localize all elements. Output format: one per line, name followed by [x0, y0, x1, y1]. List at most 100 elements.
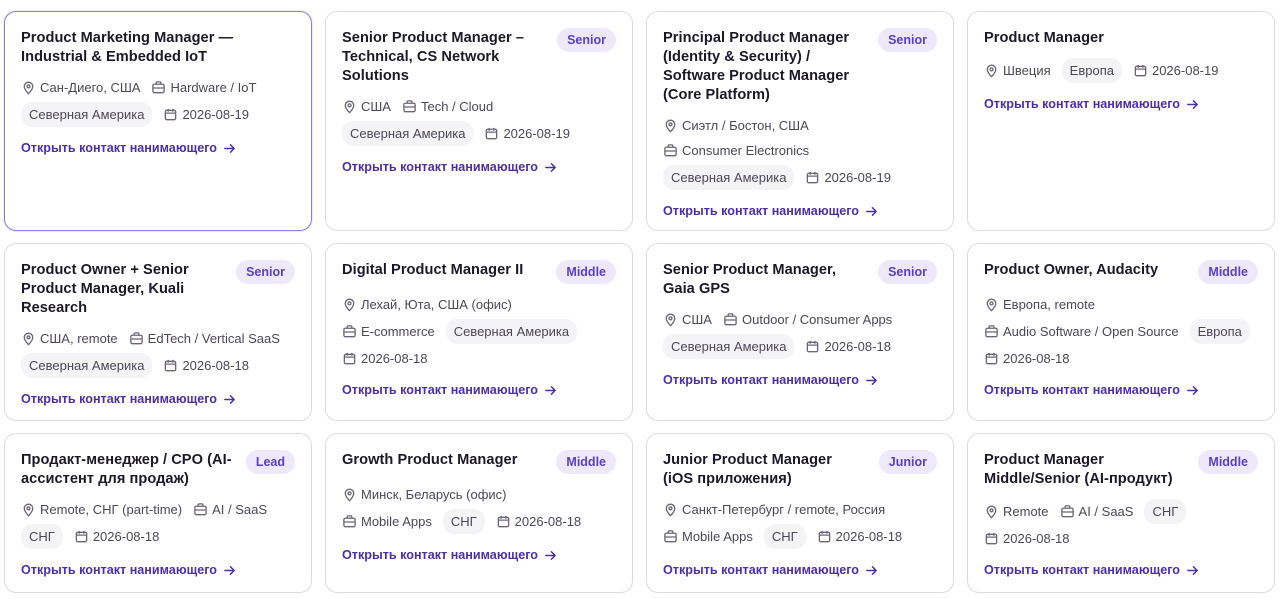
industry: Audio Software / Open Source	[984, 321, 1179, 342]
level-badge: Lead	[245, 450, 295, 474]
job-card[interactable]: Product Owner, Audacity Middle Европа, r…	[967, 243, 1275, 421]
job-card[interactable]: Product Manager Швеция Европа 2026-08-19…	[967, 11, 1275, 231]
date: 2026-08-19	[484, 123, 570, 144]
job-card[interactable]: Digital Product Manager II Middle Лехай,…	[325, 243, 633, 421]
location-text: Сан-Диего, США	[40, 80, 141, 95]
open-contact-label: Открыть контакт нанимающего	[663, 204, 859, 218]
job-title: Junior Product Manager (iOS приложения)	[663, 452, 832, 487]
arrow-right-icon	[866, 206, 877, 216]
location-text: Remote, СНГ (part-time)	[40, 502, 183, 517]
open-contact-label: Открыть контакт нанимающего	[342, 548, 538, 562]
date-text: 2026-08-18	[514, 514, 582, 529]
industry: EdTech / Vertical SaaS	[129, 328, 280, 349]
job-card[interactable]: Junior Product Manager (iOS приложения) …	[646, 433, 954, 593]
open-contact-link[interactable]: Открыть контакт нанимающего	[984, 563, 1199, 577]
region-chip: СНГ	[763, 524, 806, 549]
job-title: Senior Product Manager – Technical, CS N…	[342, 30, 525, 84]
map-pin-icon	[665, 313, 676, 327]
industry-text: Audio Software / Open Source	[1003, 324, 1179, 339]
date-text: 2026-08-19	[1151, 63, 1219, 78]
industry-text: Mobile Apps	[682, 529, 753, 544]
date: 2026-08-18	[817, 526, 902, 547]
location: Сан-Диего, США	[21, 77, 140, 98]
open-contact-label: Открыть контакт нанимающего	[663, 373, 859, 387]
industry: Hardware / IoT	[151, 77, 256, 98]
location: Санкт-Петербург / remote, Россия	[663, 499, 926, 520]
industry-text: Outdoor / Consumer Apps	[741, 312, 893, 327]
date: 2026-08-18	[984, 348, 1070, 369]
job-card[interactable]: Product Marketing Manager — Industrial &…	[4, 11, 312, 231]
level-badge: Junior	[878, 450, 937, 474]
industry: AI / SaaS	[1060, 501, 1134, 522]
open-contact-label: Открыть контакт нанимающего	[342, 383, 538, 397]
briefcase-icon	[724, 313, 737, 326]
open-contact-link[interactable]: Открыть контакт нанимающего	[663, 373, 878, 387]
job-card[interactable]: Principal Product Manager (Identity & Se…	[646, 11, 954, 231]
industry: Mobile Apps	[663, 526, 753, 547]
open-contact-label: Открыть контакт нанимающего	[21, 392, 217, 406]
calendar-icon	[343, 352, 356, 365]
job-title: Продакт-менеджер / CPO (AI-ассистент для…	[21, 452, 232, 487]
job-card[interactable]: Продакт-менеджер / CPO (AI-ассистент для…	[4, 433, 312, 593]
region-chip: Северная Америка	[663, 334, 795, 359]
location-text: Лехай, Юта, США (офис)	[361, 297, 512, 312]
open-contact-link[interactable]: Открыть контакт нанимающего	[342, 548, 557, 562]
arrow-right-icon	[1187, 385, 1198, 395]
region-chip: СНГ	[1144, 499, 1187, 524]
job-card[interactable]: Product Manager Middle/Senior (AI-продук…	[967, 433, 1275, 593]
calendar-icon	[165, 108, 177, 121]
date: 2026-08-19	[163, 104, 249, 125]
date: 2026-08-19	[805, 167, 891, 188]
industry-text: AI / SaaS	[212, 502, 268, 517]
open-contact-link[interactable]: Открыть контакт нанимающего	[342, 160, 557, 174]
open-contact-label: Открыть контакт нанимающего	[342, 160, 538, 174]
location-text: Минск, Беларусь (офис)	[361, 487, 507, 502]
job-card[interactable]: Growth Product Manager Middle Минск, Бел…	[325, 433, 633, 593]
arrow-right-icon	[224, 143, 235, 153]
date-text: 2026-08-18	[92, 529, 160, 544]
calendar-icon	[165, 359, 177, 372]
region-chip: Северная Америка	[342, 121, 474, 146]
location: Сиэтл / Бостон, США	[663, 115, 926, 136]
location-text: Санкт-Петербург / remote, Россия	[682, 502, 886, 517]
job-card[interactable]: Product Owner + Senior Product Manager, …	[4, 243, 312, 421]
level-badge: Senior	[557, 28, 616, 52]
open-contact-link[interactable]: Открыть контакт нанимающего	[21, 563, 236, 577]
open-contact-link[interactable]: Открыть контакт нанимающего	[663, 204, 878, 218]
briefcase-icon	[664, 144, 677, 157]
map-pin-icon	[23, 332, 34, 346]
location: США	[663, 309, 712, 330]
open-contact-link[interactable]: Открыть контакт нанимающего	[663, 563, 878, 577]
calendar-icon	[486, 127, 498, 140]
calendar-icon	[985, 532, 998, 545]
job-card[interactable]: Senior Product Manager, Gaia GPS Senior …	[646, 243, 954, 421]
level-badge: Middle	[556, 450, 616, 474]
level-badge: Senior	[236, 260, 295, 284]
map-pin-icon	[665, 119, 676, 133]
arrow-right-icon	[1187, 99, 1198, 109]
briefcase-icon	[194, 503, 207, 516]
job-title: Product Owner, Audacity	[984, 262, 1159, 278]
briefcase-icon	[343, 515, 356, 528]
open-contact-link[interactable]: Открыть контакт нанимающего	[984, 383, 1199, 397]
industry-text: AI / SaaS	[1078, 504, 1134, 519]
calendar-icon	[75, 530, 88, 543]
level-badge: Middle	[556, 260, 616, 284]
industry: Tech / Cloud	[402, 96, 493, 117]
region-chip: Европа	[1189, 319, 1250, 344]
open-contact-link[interactable]: Открыть контакт нанимающего	[984, 97, 1199, 111]
open-contact-link[interactable]: Открыть контакт нанимающего	[21, 141, 236, 155]
job-card[interactable]: Senior Product Manager – Technical, CS N…	[325, 11, 633, 231]
level-badge: Middle	[1198, 450, 1258, 474]
open-contact-link[interactable]: Открыть контакт нанимающего	[342, 383, 557, 397]
open-contact-label: Открыть контакт нанимающего	[984, 563, 1180, 577]
arrow-right-icon	[545, 550, 556, 560]
region-chip: Северная Америка	[21, 353, 153, 378]
region-chip: Европа	[1061, 58, 1122, 83]
date: 2026-08-18	[163, 355, 249, 376]
map-pin-icon	[23, 81, 34, 95]
date-text: 2026-08-18	[824, 339, 891, 354]
open-contact-link[interactable]: Открыть контакт нанимающего	[21, 392, 236, 406]
location: США, remote	[21, 328, 118, 349]
industry-text: EdTech / Vertical SaaS	[147, 331, 280, 346]
